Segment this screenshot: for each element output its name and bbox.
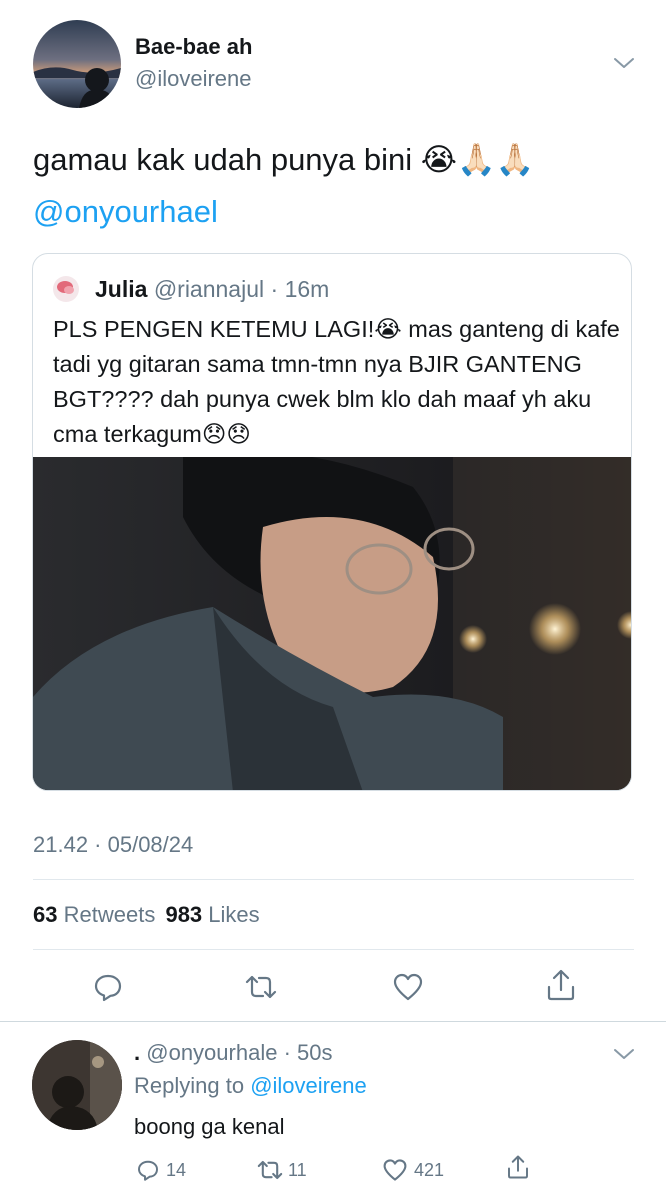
reply-like-button[interactable]: 421 (382, 1156, 444, 1184)
replying-to-link[interactable]: @iloveirene (250, 1073, 367, 1098)
reply-avatar[interactable] (32, 1040, 122, 1130)
reply-author-name[interactable]: . (134, 1040, 140, 1065)
quoted-avatar (53, 276, 79, 302)
section-divider (0, 1021, 666, 1022)
heart-icon (383, 1159, 407, 1181)
separator-dot: · (277, 1040, 298, 1065)
divider (33, 879, 634, 880)
mention-link[interactable]: @onyourhael (33, 194, 218, 230)
reply-retweet-button[interactable]: 11 (256, 1156, 307, 1184)
like-label[interactable]: Likes (208, 902, 259, 927)
retweet-label[interactable]: Retweets (64, 902, 156, 927)
reply-text: boong ga kenal (134, 1114, 285, 1139)
author-avatar[interactable] (33, 20, 121, 108)
reply-time: 50s (297, 1040, 333, 1065)
quoted-author-handle: @riannajul (153, 276, 265, 302)
retweet-icon (257, 1160, 283, 1180)
reply-share-button[interactable] (506, 1154, 530, 1182)
reply-like-count: 421 (414, 1159, 445, 1180)
author-handle[interactable]: @iloveirene (135, 66, 252, 92)
chevron-down-icon[interactable] (612, 55, 636, 71)
author-name[interactable]: Bae-bae ah (135, 34, 252, 60)
reply-reply-button[interactable]: 14 (136, 1156, 186, 1184)
retweet-icon (245, 975, 277, 999)
quoted-time: 16m (284, 276, 330, 302)
share-button[interactable] (545, 968, 577, 1002)
tweet-text: gamau kak udah punya bini 😭🙏🏻🙏🏻 (33, 142, 535, 177)
reply-count: 14 (166, 1159, 187, 1180)
separator-dot: · (264, 276, 285, 302)
share-icon (547, 969, 575, 1001)
reply-chevron-down-icon[interactable] (612, 1046, 636, 1062)
tweet-timestamp: 21.42 · 05/08/24 (33, 832, 194, 857)
tweet-stats: 63 Retweets 983 Likes (33, 902, 260, 928)
share-icon (508, 1155, 528, 1179)
quoted-media-image[interactable] (33, 457, 631, 790)
reply-icon (94, 974, 122, 1002)
quoted-text: PLS PENGEN KETEMU LAGI!😭 mas ganteng di … (53, 316, 620, 447)
quoted-author-name: Julia (95, 276, 148, 302)
like-count[interactable]: 983 (165, 902, 202, 927)
reply-button[interactable] (92, 971, 124, 1003)
heart-icon (393, 973, 423, 1001)
replying-to-label: Replying to (134, 1073, 245, 1098)
quoted-tweet-card[interactable]: Julia @riannajul · 16m PLS PENGEN KETEMU… (32, 253, 632, 791)
like-button[interactable] (392, 972, 424, 1002)
retweet-count[interactable]: 63 (33, 902, 57, 927)
reply-retweet-count: 11 (288, 1159, 307, 1180)
retweet-button[interactable] (244, 972, 278, 1002)
reply-author-handle[interactable]: @onyourhale (146, 1040, 277, 1065)
divider (33, 949, 634, 950)
reply-icon (138, 1160, 158, 1181)
